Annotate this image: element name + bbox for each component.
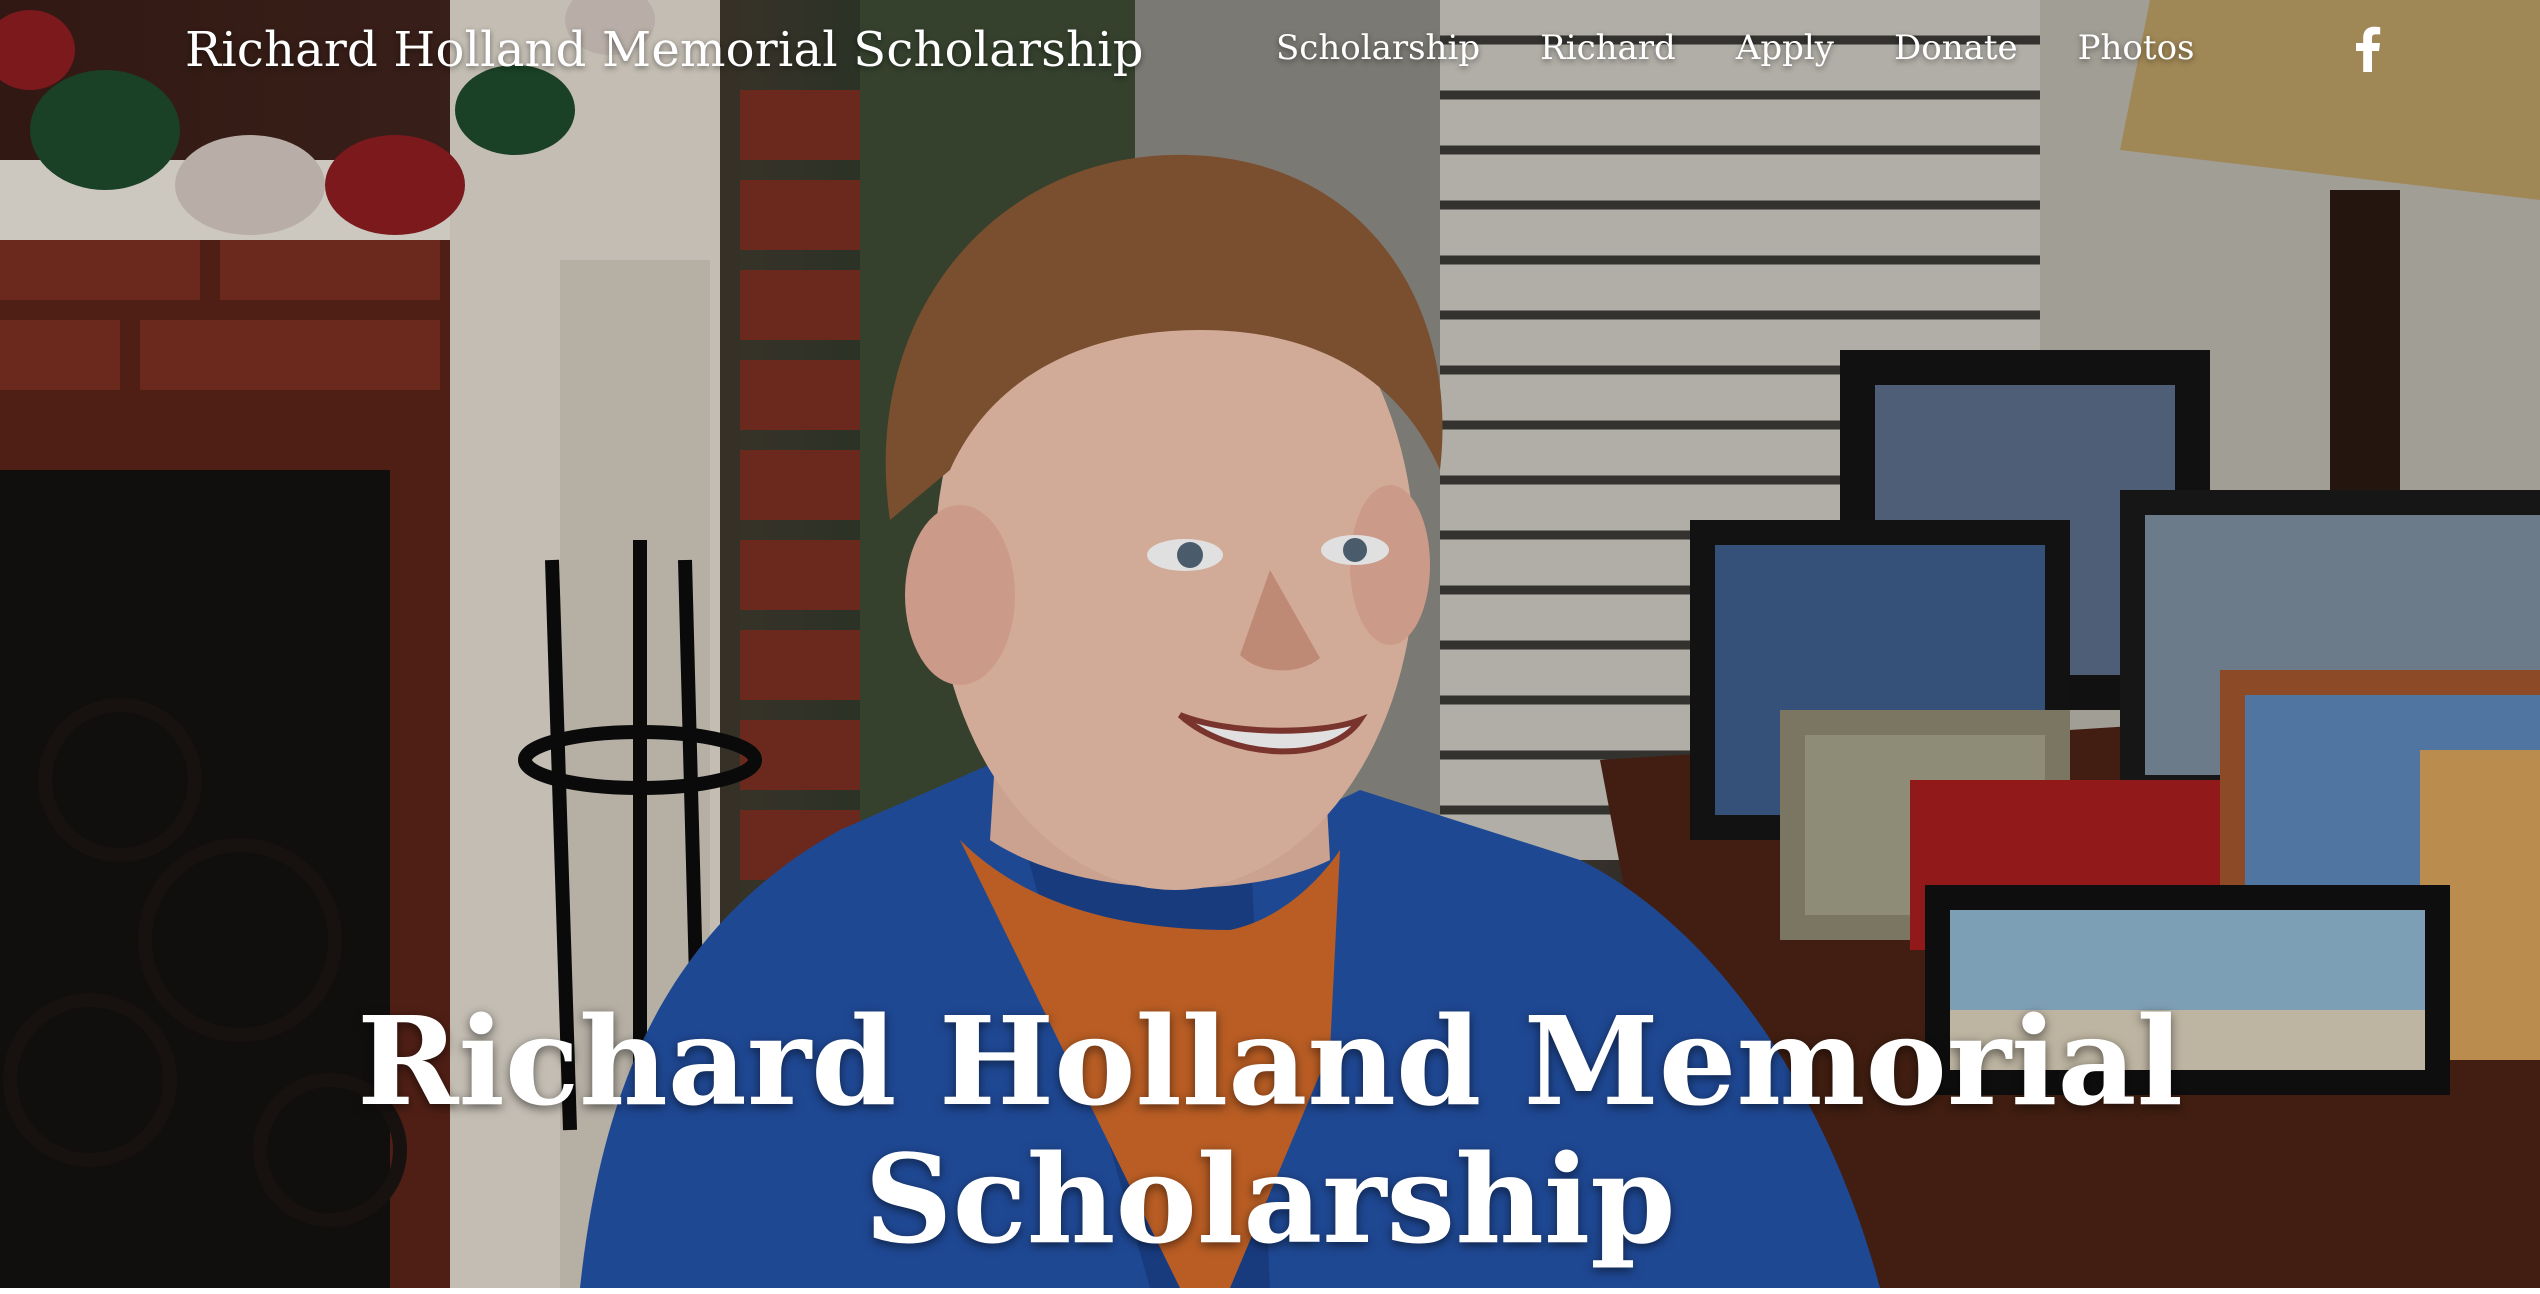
page-bottom-strip (0, 1288, 2540, 1294)
facebook-icon[interactable] (2354, 24, 2382, 72)
nav-apply[interactable]: Apply (1736, 28, 1834, 68)
nav-photos[interactable]: Photos (2078, 28, 2195, 68)
hero-heading-line1: Richard Holland Memorial (357, 988, 2183, 1133)
site-title-link[interactable]: Richard Holland Memorial Scholarship (185, 22, 1144, 78)
nav-scholarship[interactable]: Scholarship (1276, 28, 1480, 68)
hero-heading: Richard Holland Memorial Scholarship (300, 992, 2240, 1268)
hero-heading-line2: Scholarship (864, 1126, 1676, 1271)
hero-section: Richard Holland Memorial Scholarship Sch… (0, 0, 2540, 1288)
nav-richard[interactable]: Richard (1540, 28, 1676, 68)
main-nav: Scholarship Richard Apply Donate Photos (1276, 28, 2194, 68)
nav-donate[interactable]: Donate (1894, 28, 2018, 68)
